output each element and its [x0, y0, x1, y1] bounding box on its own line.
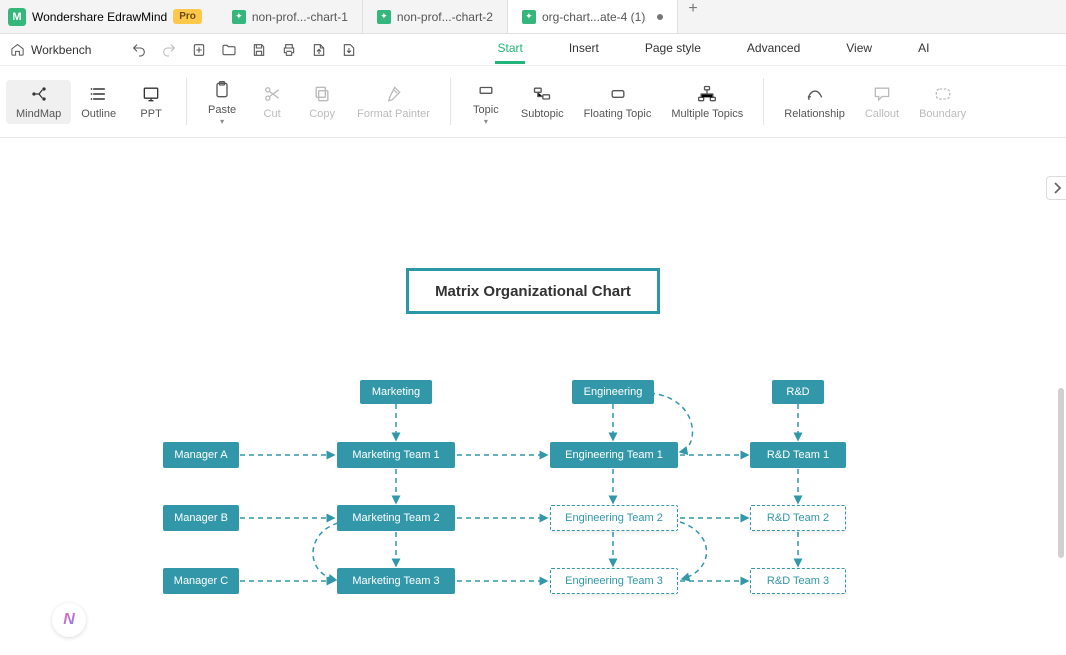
copy-icon: [312, 84, 332, 104]
subtopic-icon: [532, 84, 552, 104]
view-ppt-button[interactable]: PPT: [126, 80, 176, 124]
subtopic-button[interactable]: Subtopic: [511, 80, 574, 124]
canvas[interactable]: Matrix Organizational Chart: [0, 138, 1066, 655]
node-rd-team-3[interactable]: R&D Team 3: [750, 568, 846, 594]
chart-title-node[interactable]: Matrix Organizational Chart: [406, 268, 660, 314]
view-mindmap-button[interactable]: MindMap: [6, 80, 71, 124]
topic-button[interactable]: Topic▾: [461, 76, 511, 128]
node-marketing-team-3[interactable]: Marketing Team 3: [337, 568, 455, 594]
ribbon: MindMap Outline PPT Paste▾ Cut Copy Form…: [0, 66, 1066, 138]
share-icon[interactable]: [341, 42, 357, 58]
node-dept-marketing[interactable]: Marketing: [360, 380, 432, 404]
node-marketing-team-1[interactable]: Marketing Team 1: [337, 442, 455, 468]
app-logo-icon: M: [8, 8, 26, 26]
menu-advanced[interactable]: Advanced: [745, 35, 802, 64]
floating-topic-button[interactable]: Floating Topic: [574, 80, 662, 124]
boundary-icon: [933, 84, 953, 104]
doc-icon: ✦: [232, 10, 246, 24]
new-file-icon[interactable]: [191, 42, 207, 58]
main-menu: Start Insert Page style Advanced View AI: [495, 35, 931, 64]
node-manager-a[interactable]: Manager A: [163, 442, 239, 468]
doc-icon: ✦: [377, 10, 391, 24]
topic-icon: [476, 80, 496, 100]
open-file-icon[interactable]: [221, 42, 237, 58]
undo-icon[interactable]: [131, 42, 147, 58]
brand-badge-icon: N: [52, 603, 86, 637]
modified-dot-icon: [657, 14, 663, 20]
format-painter-button[interactable]: Format Painter: [347, 80, 440, 124]
tab-label: org-chart...ate-4 (1): [542, 10, 645, 24]
save-icon[interactable]: [251, 42, 267, 58]
tab-doc-2[interactable]: ✦ non-prof...-chart-2: [363, 0, 508, 33]
mindmap-icon: [29, 84, 49, 104]
ppt-icon: [141, 84, 161, 104]
node-rd-team-1[interactable]: R&D Team 1: [750, 442, 846, 468]
menu-page-style[interactable]: Page style: [643, 35, 703, 64]
connector-lines: [0, 138, 1066, 655]
tab-label: non-prof...-chart-2: [397, 10, 493, 24]
node-dept-rd[interactable]: R&D: [772, 380, 824, 404]
doc-icon: ✦: [522, 10, 536, 24]
scissors-icon: [262, 84, 282, 104]
floating-topic-icon: [608, 84, 628, 104]
tab-label: non-prof...-chart-1: [252, 10, 348, 24]
outline-icon: [89, 84, 109, 104]
node-manager-b[interactable]: Manager B: [163, 505, 239, 531]
view-outline-button[interactable]: Outline: [71, 80, 126, 124]
cut-button[interactable]: Cut: [247, 80, 297, 124]
tab-doc-1[interactable]: ✦ non-prof...-chart-1: [218, 0, 363, 33]
export-icon[interactable]: [311, 42, 327, 58]
boundary-button[interactable]: Boundary: [909, 80, 976, 124]
node-rd-team-2[interactable]: R&D Team 2: [750, 505, 846, 531]
node-manager-c[interactable]: Manager C: [163, 568, 239, 594]
document-tabs: ✦ non-prof...-chart-1 ✦ non-prof...-char…: [218, 0, 708, 33]
app-name: Wondershare EdrawMind: [32, 10, 167, 24]
vertical-scrollbar[interactable]: [1058, 388, 1064, 558]
pro-badge: Pro: [173, 9, 202, 24]
paste-button[interactable]: Paste▾: [197, 76, 247, 128]
print-icon[interactable]: [281, 42, 297, 58]
home-icon: [10, 42, 25, 57]
chevron-right-icon: [1052, 181, 1062, 195]
toolbar-row: Workbench Start Insert Page style Advanc…: [0, 34, 1066, 66]
copy-button[interactable]: Copy: [297, 80, 347, 124]
menu-ai[interactable]: AI: [916, 35, 931, 64]
relationship-button[interactable]: Relationship: [774, 80, 855, 124]
node-dept-engineering[interactable]: Engineering: [572, 380, 654, 404]
new-tab-button[interactable]: +: [678, 0, 707, 33]
brush-icon: [383, 84, 403, 104]
quick-access-toolbar: [101, 42, 365, 58]
multiple-topics-icon: [697, 84, 717, 104]
menu-insert[interactable]: Insert: [567, 35, 601, 64]
title-tab-bar: M Wondershare EdrawMind Pro ✦ non-prof..…: [0, 0, 1066, 34]
workbench-label: Workbench: [31, 43, 91, 57]
node-engineering-team-2[interactable]: Engineering Team 2: [550, 505, 678, 531]
app-brand: M Wondershare EdrawMind Pro: [0, 8, 210, 26]
node-marketing-team-2[interactable]: Marketing Team 2: [337, 505, 455, 531]
relationship-icon: [805, 84, 825, 104]
node-engineering-team-1[interactable]: Engineering Team 1: [550, 442, 678, 468]
tab-doc-3[interactable]: ✦ org-chart...ate-4 (1): [508, 0, 678, 33]
node-engineering-team-3[interactable]: Engineering Team 3: [550, 568, 678, 594]
workbench-button[interactable]: Workbench: [0, 42, 101, 57]
callout-icon: [872, 84, 892, 104]
expand-panel-button[interactable]: [1046, 176, 1066, 200]
multiple-topics-button[interactable]: Multiple Topics: [661, 80, 753, 124]
redo-icon[interactable]: [161, 42, 177, 58]
clipboard-icon: [212, 80, 232, 100]
menu-view[interactable]: View: [844, 35, 874, 64]
callout-button[interactable]: Callout: [855, 80, 909, 124]
menu-start[interactable]: Start: [495, 35, 524, 64]
